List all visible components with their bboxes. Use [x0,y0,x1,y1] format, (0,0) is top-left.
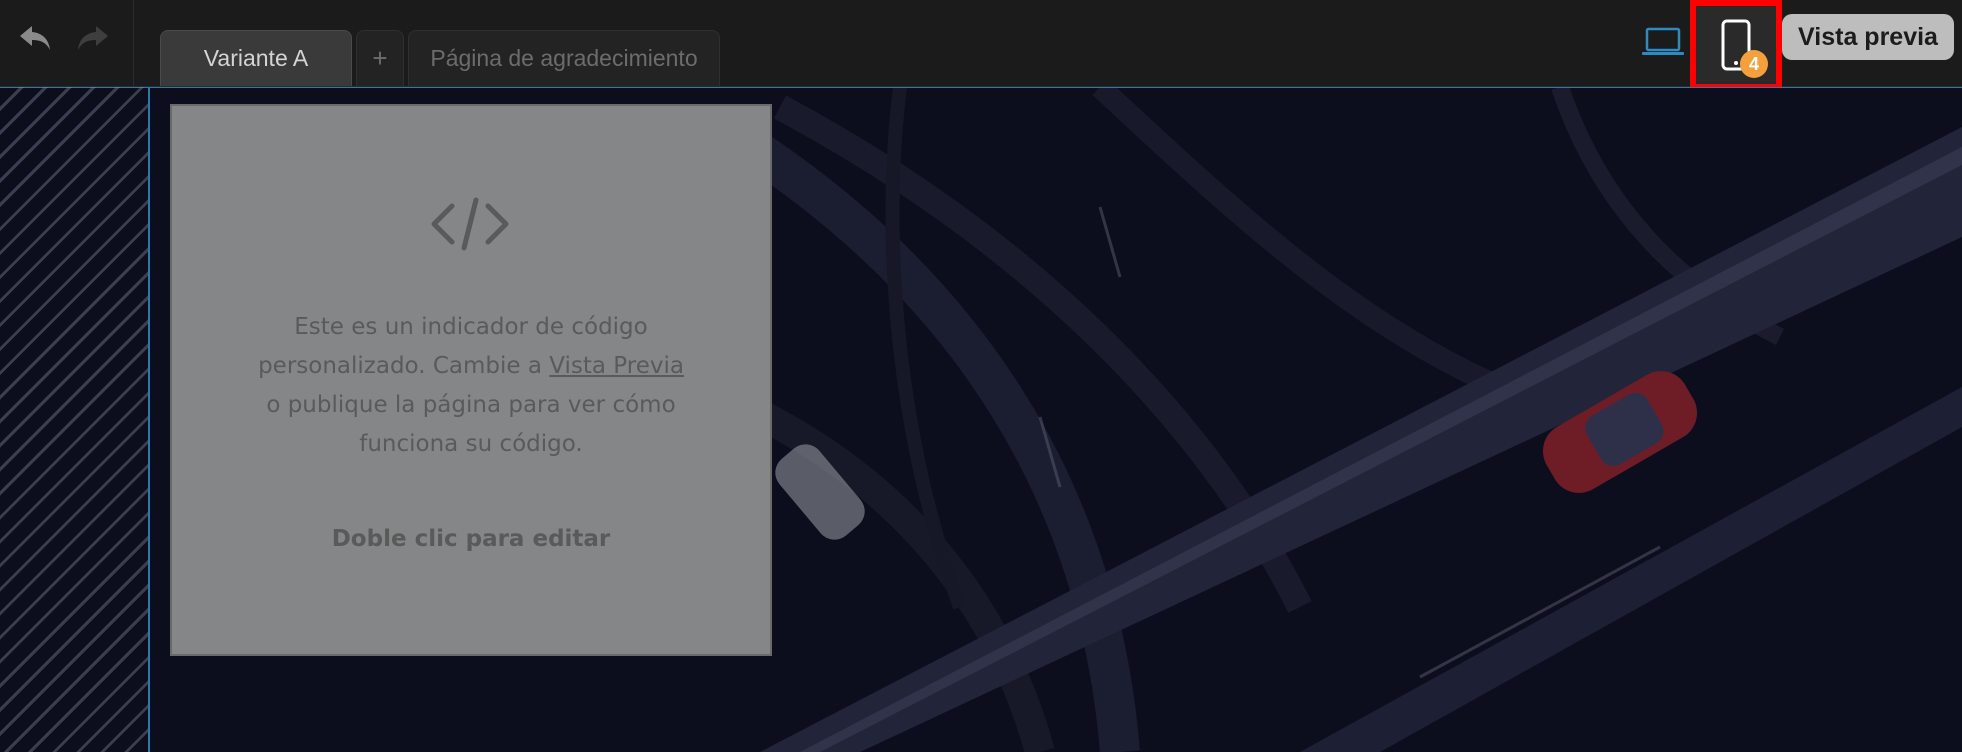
undo-arrow-icon[interactable] [14,18,56,58]
mobile-badge-count: 4 [1740,50,1768,78]
margin-hatch [0,87,148,752]
placeholder-description: Este es un indicador de código personali… [212,308,730,464]
description-line-3: o publique la página para ver cómo [266,392,676,418]
tab-thank-you-page[interactable]: Página de agradecimiento [408,30,720,86]
tab-label: Variante A [203,45,309,71]
add-variant-button[interactable]: + [356,30,404,86]
description-line-1: Este es un indicador de código [294,314,648,340]
code-brackets-icon [430,194,510,254]
description-line-2: personalizado. Cambie a Vista Previa [212,347,730,386]
custom-code-placeholder[interactable]: Este es un indicador de código personali… [170,104,772,656]
mobile-view-button[interactable]: 4 [1690,0,1782,90]
top-guide-line [0,87,1962,88]
history-controls [0,0,134,86]
editor-toolbar: Variante A + Página de agradecimiento 4 … [0,0,1962,90]
edit-hint: Doble clic para editar [331,526,611,552]
description-line-4: funciona su código. [359,431,583,457]
description-line-2-prefix: personalizado. Cambie a [258,353,550,379]
laptop-icon[interactable] [1638,22,1688,62]
page-canvas: Este es un indicador de código personali… [0,87,1962,752]
redo-arrow-icon[interactable] [72,18,114,58]
preview-link[interactable]: Vista Previa [549,353,684,379]
tab-label: Página de agradecimiento [430,45,698,71]
column-guide-line [148,87,150,752]
preview-button[interactable]: Vista previa [1782,14,1954,60]
tab-variant-a[interactable]: Variante A [160,30,352,86]
plus-icon: + [372,43,388,73]
